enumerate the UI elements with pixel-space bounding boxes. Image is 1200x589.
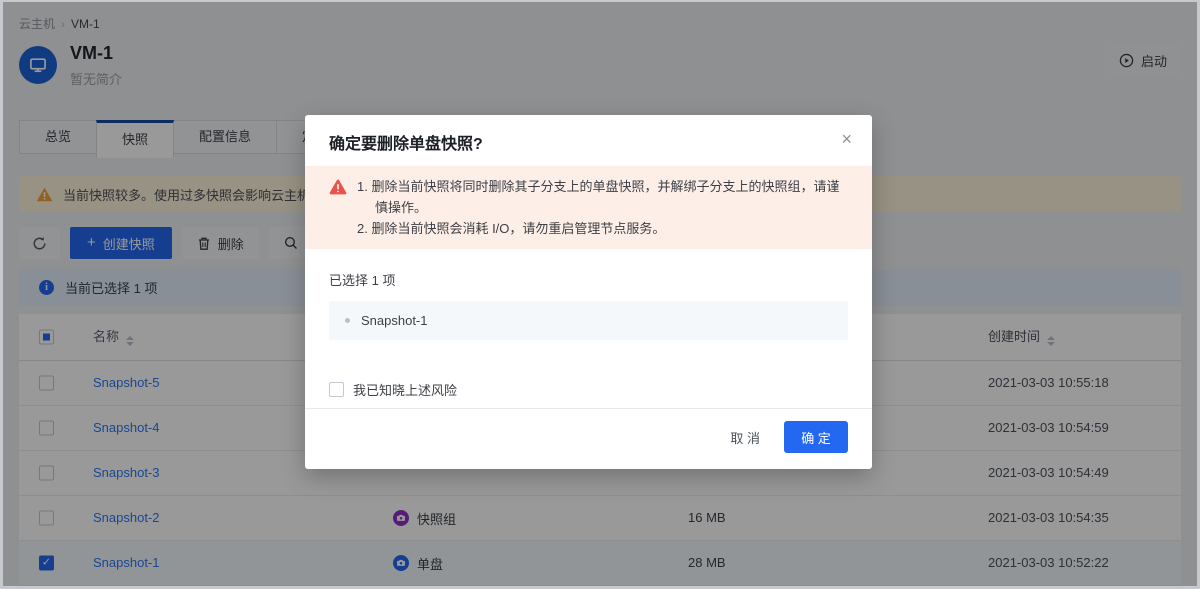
- delete-snapshot-dialog: 确定要删除单盘快照? × 1. 删除当前快照将同时删除其子分支上的单盘快照，并解…: [305, 115, 872, 469]
- dialog-footer: 取 消 确 定: [305, 408, 872, 469]
- close-icon[interactable]: ×: [841, 130, 852, 148]
- risk-acknowledge-row[interactable]: 我已知晓上述风险: [329, 380, 848, 399]
- warning-line: 2. 删除当前快照会消耗 I/O，请勿重启管理节点服务。: [357, 218, 852, 239]
- selected-count-label: 已选择 1 项: [329, 270, 848, 289]
- dialog-warning-alert: 1. 删除当前快照将同时删除其子分支上的单盘快照，并解绑子分支上的快照组，请谨慎…: [305, 166, 872, 249]
- dialog-body: 已选择 1 项 Snapshot-1 我已知晓上述风险: [305, 249, 872, 408]
- risk-acknowledge-checkbox[interactable]: [329, 382, 344, 397]
- selected-item-box: Snapshot-1: [329, 301, 848, 340]
- warning-triangle-icon: [329, 179, 347, 239]
- warning-line: 1. 删除当前快照将同时删除其子分支上的单盘快照，并解绑子分支上的快照组，请谨慎…: [357, 176, 852, 218]
- confirm-button[interactable]: 确 定: [784, 421, 848, 453]
- cancel-button[interactable]: 取 消: [720, 421, 770, 453]
- risk-acknowledge-label: 我已知晓上述风险: [353, 380, 457, 399]
- bullet-icon: [345, 318, 350, 323]
- dialog-title: 确定要删除单盘快照?: [329, 130, 841, 154]
- app-window: 云主机›VM-1 VM-1 暂无简介: [0, 0, 1200, 589]
- warning-text: 1. 删除当前快照将同时删除其子分支上的单盘快照，并解绑子分支上的快照组，请谨慎…: [357, 176, 852, 239]
- selected-item-name: Snapshot-1: [361, 313, 428, 328]
- dialog-header: 确定要删除单盘快照? ×: [305, 115, 872, 166]
